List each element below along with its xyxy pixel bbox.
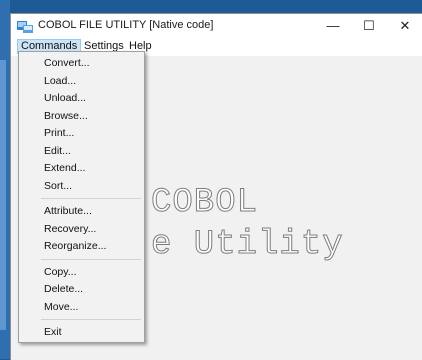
desktop-highlight xyxy=(0,60,6,330)
menu-item-edit[interactable]: Edit... xyxy=(19,143,144,160)
window-title: COBOL FILE UTILITY [Native code] xyxy=(38,19,214,31)
menu-item-extend[interactable]: Extend... xyxy=(19,160,144,177)
menu-item-load[interactable]: Load... xyxy=(19,73,144,90)
menu-item-delete[interactable]: Delete... xyxy=(19,281,144,298)
menu-item-browse[interactable]: Browse... xyxy=(19,108,144,125)
minimize-button[interactable]: — xyxy=(315,14,351,37)
menu-item-copy[interactable]: Copy... xyxy=(19,264,144,281)
menu-separator xyxy=(41,319,141,320)
app-icon xyxy=(17,21,33,33)
menu-item-reorganize[interactable]: Reorganize... xyxy=(19,238,144,255)
menu-item-attribute[interactable]: Attribute... xyxy=(19,203,144,220)
menu-item-convert[interactable]: Convert... xyxy=(19,55,144,72)
menu-item-move[interactable]: Move... xyxy=(19,299,144,316)
menu-item-exit[interactable]: Exit xyxy=(19,324,144,341)
menu-separator xyxy=(41,258,141,260)
commands-dropdown-menu: Convert... Load... Unload... Browse... Print… xyxy=(18,51,145,343)
menu-item-sort[interactable]: Sort... xyxy=(19,178,144,195)
menu-item-print[interactable]: Print... xyxy=(19,125,144,142)
banner-line-2: e Utility xyxy=(151,226,344,265)
menu-item-recovery[interactable]: Recovery... xyxy=(19,221,144,238)
maximize-button[interactable]: ☐ xyxy=(351,14,387,37)
banner-line-1: COBOL xyxy=(150,184,259,223)
title-bar[interactable]: COBOL FILE UTILITY [Native code] — ☐ ✕ xyxy=(11,14,422,37)
menu-item-unload[interactable]: Unload... xyxy=(19,90,144,107)
menu-separator xyxy=(41,198,141,199)
close-button[interactable]: ✕ xyxy=(387,14,422,37)
